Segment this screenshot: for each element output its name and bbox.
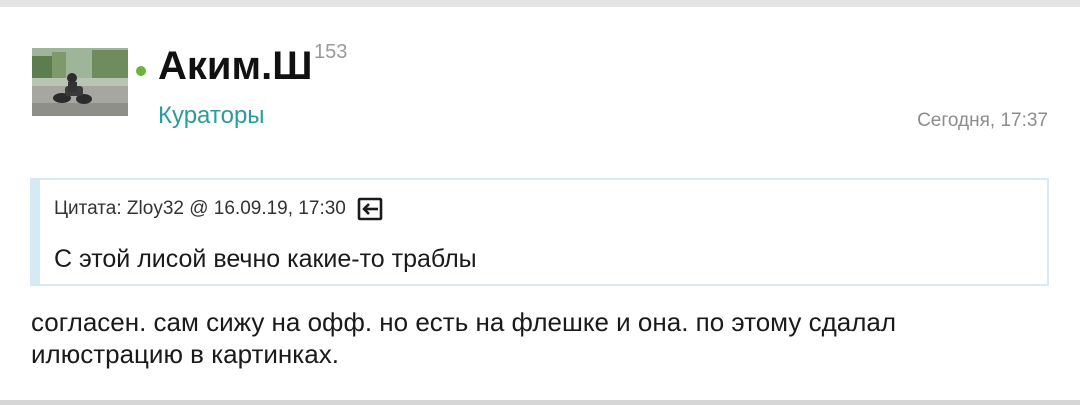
avatar[interactable] bbox=[32, 48, 128, 116]
author-group-link[interactable]: Кураторы bbox=[158, 101, 265, 131]
quote-text: С этой лисой вечно какие-то траблы bbox=[54, 245, 477, 273]
post-body-text: согласен. сам сижу на офф. но есть на фл… bbox=[31, 307, 896, 369]
author-reputation[interactable]: 153 bbox=[314, 40, 347, 64]
quote-header-text: Цитата: Zloy32 @ 16.09.19, 17:30 bbox=[54, 198, 346, 219]
author-name[interactable]: Аким.Ш bbox=[158, 40, 312, 92]
quote-header: Цитата: Zloy32 @ 16.09.19, 17:30 bbox=[54, 196, 384, 222]
goto-post-icon[interactable] bbox=[356, 196, 384, 222]
top-separator bbox=[0, 0, 1080, 7]
bottom-separator bbox=[0, 400, 1080, 405]
online-status-indicator bbox=[136, 66, 146, 76]
quote-block: Цитата: Zloy32 @ 16.09.19, 17:30 С этой … bbox=[30, 178, 1049, 286]
post-timestamp: Сегодня, 17:37 bbox=[917, 110, 1048, 131]
avatar-image bbox=[32, 48, 128, 116]
